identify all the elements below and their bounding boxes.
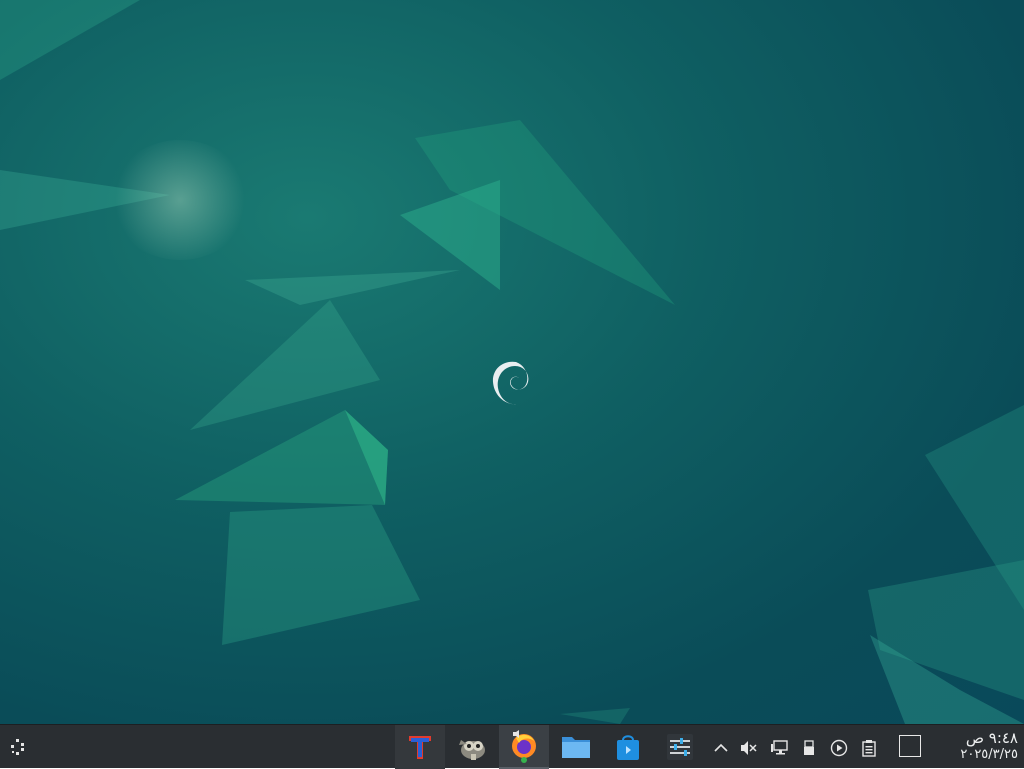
usb-icon	[804, 740, 814, 755]
task-software-store[interactable]	[603, 725, 653, 769]
settings-sliders-icon	[667, 734, 693, 760]
network-monitor-icon	[771, 740, 788, 755]
play-circle-icon	[830, 739, 848, 757]
task-file-manager[interactable]	[551, 725, 601, 769]
firefox-icon	[512, 730, 536, 763]
task-firefox[interactable]	[499, 725, 549, 769]
show-desktop-icon[interactable]	[899, 735, 921, 757]
media-player-button[interactable]	[828, 737, 850, 759]
clock-time: ٩:٤٨ ص	[965, 729, 1018, 747]
usb-devices-button[interactable]	[798, 737, 820, 759]
folder-icon	[562, 737, 590, 758]
task-typing-app[interactable]	[395, 725, 445, 769]
clipboard-icon	[862, 740, 876, 757]
taskbar: ٩:٤٨ ص ٢٠٢٥/٣/٢٥	[0, 724, 1024, 769]
gimp-icon	[459, 740, 485, 760]
t-letter-icon	[409, 736, 431, 759]
app-launcher-icon[interactable]	[4, 733, 32, 761]
store-bag-icon	[617, 735, 639, 760]
speaker-muted-icon	[741, 741, 757, 755]
desktop[interactable]	[0, 0, 1024, 724]
network-button[interactable]	[768, 737, 790, 759]
digital-clock[interactable]: ٩:٤٨ ص ٢٠٢٥/٣/٢٥	[930, 730, 1018, 766]
task-system-settings[interactable]	[655, 725, 705, 769]
debian-swirl-icon	[492, 361, 529, 405]
clipboard-button[interactable]	[858, 737, 880, 759]
chevron-up-icon	[714, 743, 728, 752]
volume-button[interactable]	[738, 737, 760, 759]
clock-date: ٢٠٢٥/٣/٢٥	[960, 747, 1018, 762]
task-gimp[interactable]	[447, 725, 497, 769]
expand-tray-button[interactable]	[710, 737, 732, 759]
wallpaper-glow	[110, 140, 250, 260]
